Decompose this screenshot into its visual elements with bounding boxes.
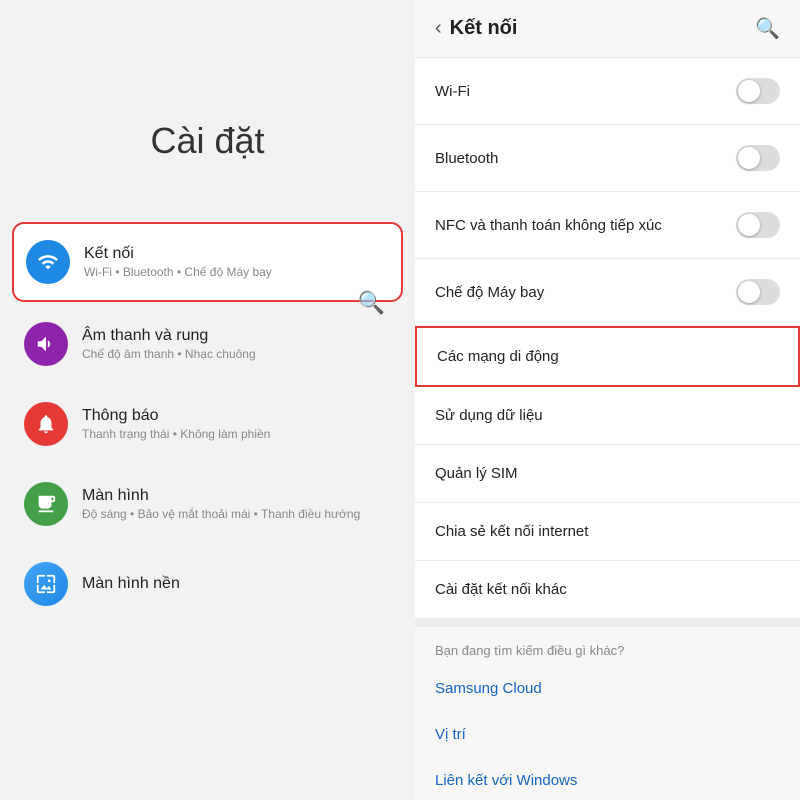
settings-item-man-hinh-nen[interactable]: Màn hình nền — [12, 546, 403, 622]
menu-item-quan-ly-sim[interactable]: Quản lý SIM — [415, 445, 800, 503]
thong-bao-text: Thông báo Thanh trạng thái • Không làm p… — [82, 407, 270, 441]
cai-dat-ket-noi-khac-label: Cài đặt kết nối khác — [435, 581, 567, 598]
menu-item-may-bay[interactable]: Chế độ Máy bay — [415, 259, 800, 326]
nfc-toggle[interactable] — [736, 212, 780, 238]
link-vi-tri[interactable]: Vị trí — [415, 712, 800, 758]
divider — [415, 619, 800, 627]
man-hinh-title: Màn hình — [82, 487, 360, 505]
man-hinh-text: Màn hình Độ sáng • Bảo vệ mắt thoải mái … — [82, 487, 360, 521]
thong-bao-icon — [24, 402, 68, 446]
am-thanh-icon — [24, 322, 68, 366]
link-lien-ket-windows[interactable]: Liên kết với Windows — [415, 758, 800, 800]
menu-item-mang-di-dong[interactable]: Các mạng di động — [415, 326, 800, 387]
search-icon-right[interactable]: 🔍 — [755, 16, 780, 41]
nfc-label: NFC và thanh toán không tiếp xúc — [435, 217, 662, 234]
settings-item-am-thanh[interactable]: Âm thanh và rung Chế độ âm thanh • Nhạc … — [12, 306, 403, 382]
menu-list: Wi-Fi Bluetooth NFC và thanh toán không … — [415, 58, 800, 800]
settings-item-thong-bao[interactable]: Thông báo Thanh trạng thái • Không làm p… — [12, 386, 403, 462]
right-header-left: ‹ Kết nối — [435, 17, 517, 40]
wifi-toggle[interactable] — [736, 78, 780, 104]
right-header-title: Kết nối — [450, 17, 518, 40]
vi-tri-label: Vị trí — [435, 726, 466, 743]
menu-item-bluetooth[interactable]: Bluetooth — [415, 125, 800, 192]
right-header: ‹ Kết nối 🔍 — [415, 0, 800, 58]
thong-bao-title: Thông báo — [82, 407, 270, 425]
ket-noi-subtitle: Wi-Fi • Bluetooth • Chế độ Máy bay — [84, 265, 272, 279]
menu-item-su-dung-du-lieu[interactable]: Sử dụng dữ liệu — [415, 387, 800, 445]
settings-item-ket-noi[interactable]: Kết nối Wi-Fi • Bluetooth • Chế độ Máy b… — [12, 222, 403, 302]
ket-noi-icon — [26, 240, 70, 284]
man-hinh-nen-title: Màn hình nền — [82, 575, 180, 593]
suggestion-header: Bạn đang tìm kiếm điều gì khác? — [415, 627, 800, 666]
chia-se-ket-noi-label: Chia sẻ kết nối internet — [435, 523, 588, 540]
menu-item-chia-se-ket-noi[interactable]: Chia sẻ kết nối internet — [415, 503, 800, 561]
su-dung-du-lieu-label: Sử dụng dữ liệu — [435, 407, 543, 424]
quan-ly-sim-label: Quản lý SIM — [435, 465, 518, 482]
settings-list: Kết nối Wi-Fi • Bluetooth • Chế độ Máy b… — [0, 222, 415, 626]
am-thanh-text: Âm thanh và rung Chế độ âm thanh • Nhạc … — [82, 327, 256, 361]
may-bay-toggle[interactable] — [736, 279, 780, 305]
bluetooth-label: Bluetooth — [435, 150, 498, 167]
settings-item-man-hinh[interactable]: Màn hình Độ sáng • Bảo vệ mắt thoải mái … — [12, 466, 403, 542]
thong-bao-subtitle: Thanh trạng thái • Không làm phiền — [82, 427, 270, 441]
menu-item-nfc[interactable]: NFC và thanh toán không tiếp xúc — [415, 192, 800, 259]
ket-noi-text: Kết nối Wi-Fi • Bluetooth • Chế độ Máy b… — [84, 245, 272, 279]
man-hinh-nen-text: Màn hình nền — [82, 575, 180, 593]
menu-item-cai-dat-ket-noi-khac[interactable]: Cài đặt kết nối khác — [415, 561, 800, 619]
samsung-cloud-label: Samsung Cloud — [435, 680, 542, 697]
mang-di-dong-label: Các mạng di động — [437, 348, 559, 365]
settings-title: Cài đặt — [150, 120, 264, 162]
right-panel: ‹ Kết nối 🔍 Wi-Fi Bluetooth NFC và thanh… — [415, 0, 800, 800]
left-panel: Cài đặt 🔍 Kết nối Wi-Fi • Bluetooth • Ch… — [0, 0, 415, 800]
lien-ket-windows-label: Liên kết với Windows — [435, 772, 577, 789]
bluetooth-toggle[interactable] — [736, 145, 780, 171]
wifi-label: Wi-Fi — [435, 83, 470, 100]
man-hinh-nen-icon — [24, 562, 68, 606]
man-hinh-subtitle: Độ sáng • Bảo vệ mắt thoải mái • Thanh đ… — [82, 507, 360, 521]
am-thanh-subtitle: Chế độ âm thanh • Nhạc chuông — [82, 347, 256, 361]
search-icon-left[interactable]: 🔍 — [358, 290, 385, 316]
link-samsung-cloud[interactable]: Samsung Cloud — [415, 666, 800, 712]
may-bay-label: Chế độ Máy bay — [435, 284, 544, 301]
back-button[interactable]: ‹ — [435, 17, 442, 40]
menu-item-wifi[interactable]: Wi-Fi — [415, 58, 800, 125]
am-thanh-title: Âm thanh và rung — [82, 327, 256, 345]
ket-noi-title: Kết nối — [84, 245, 272, 263]
man-hinh-icon — [24, 482, 68, 526]
